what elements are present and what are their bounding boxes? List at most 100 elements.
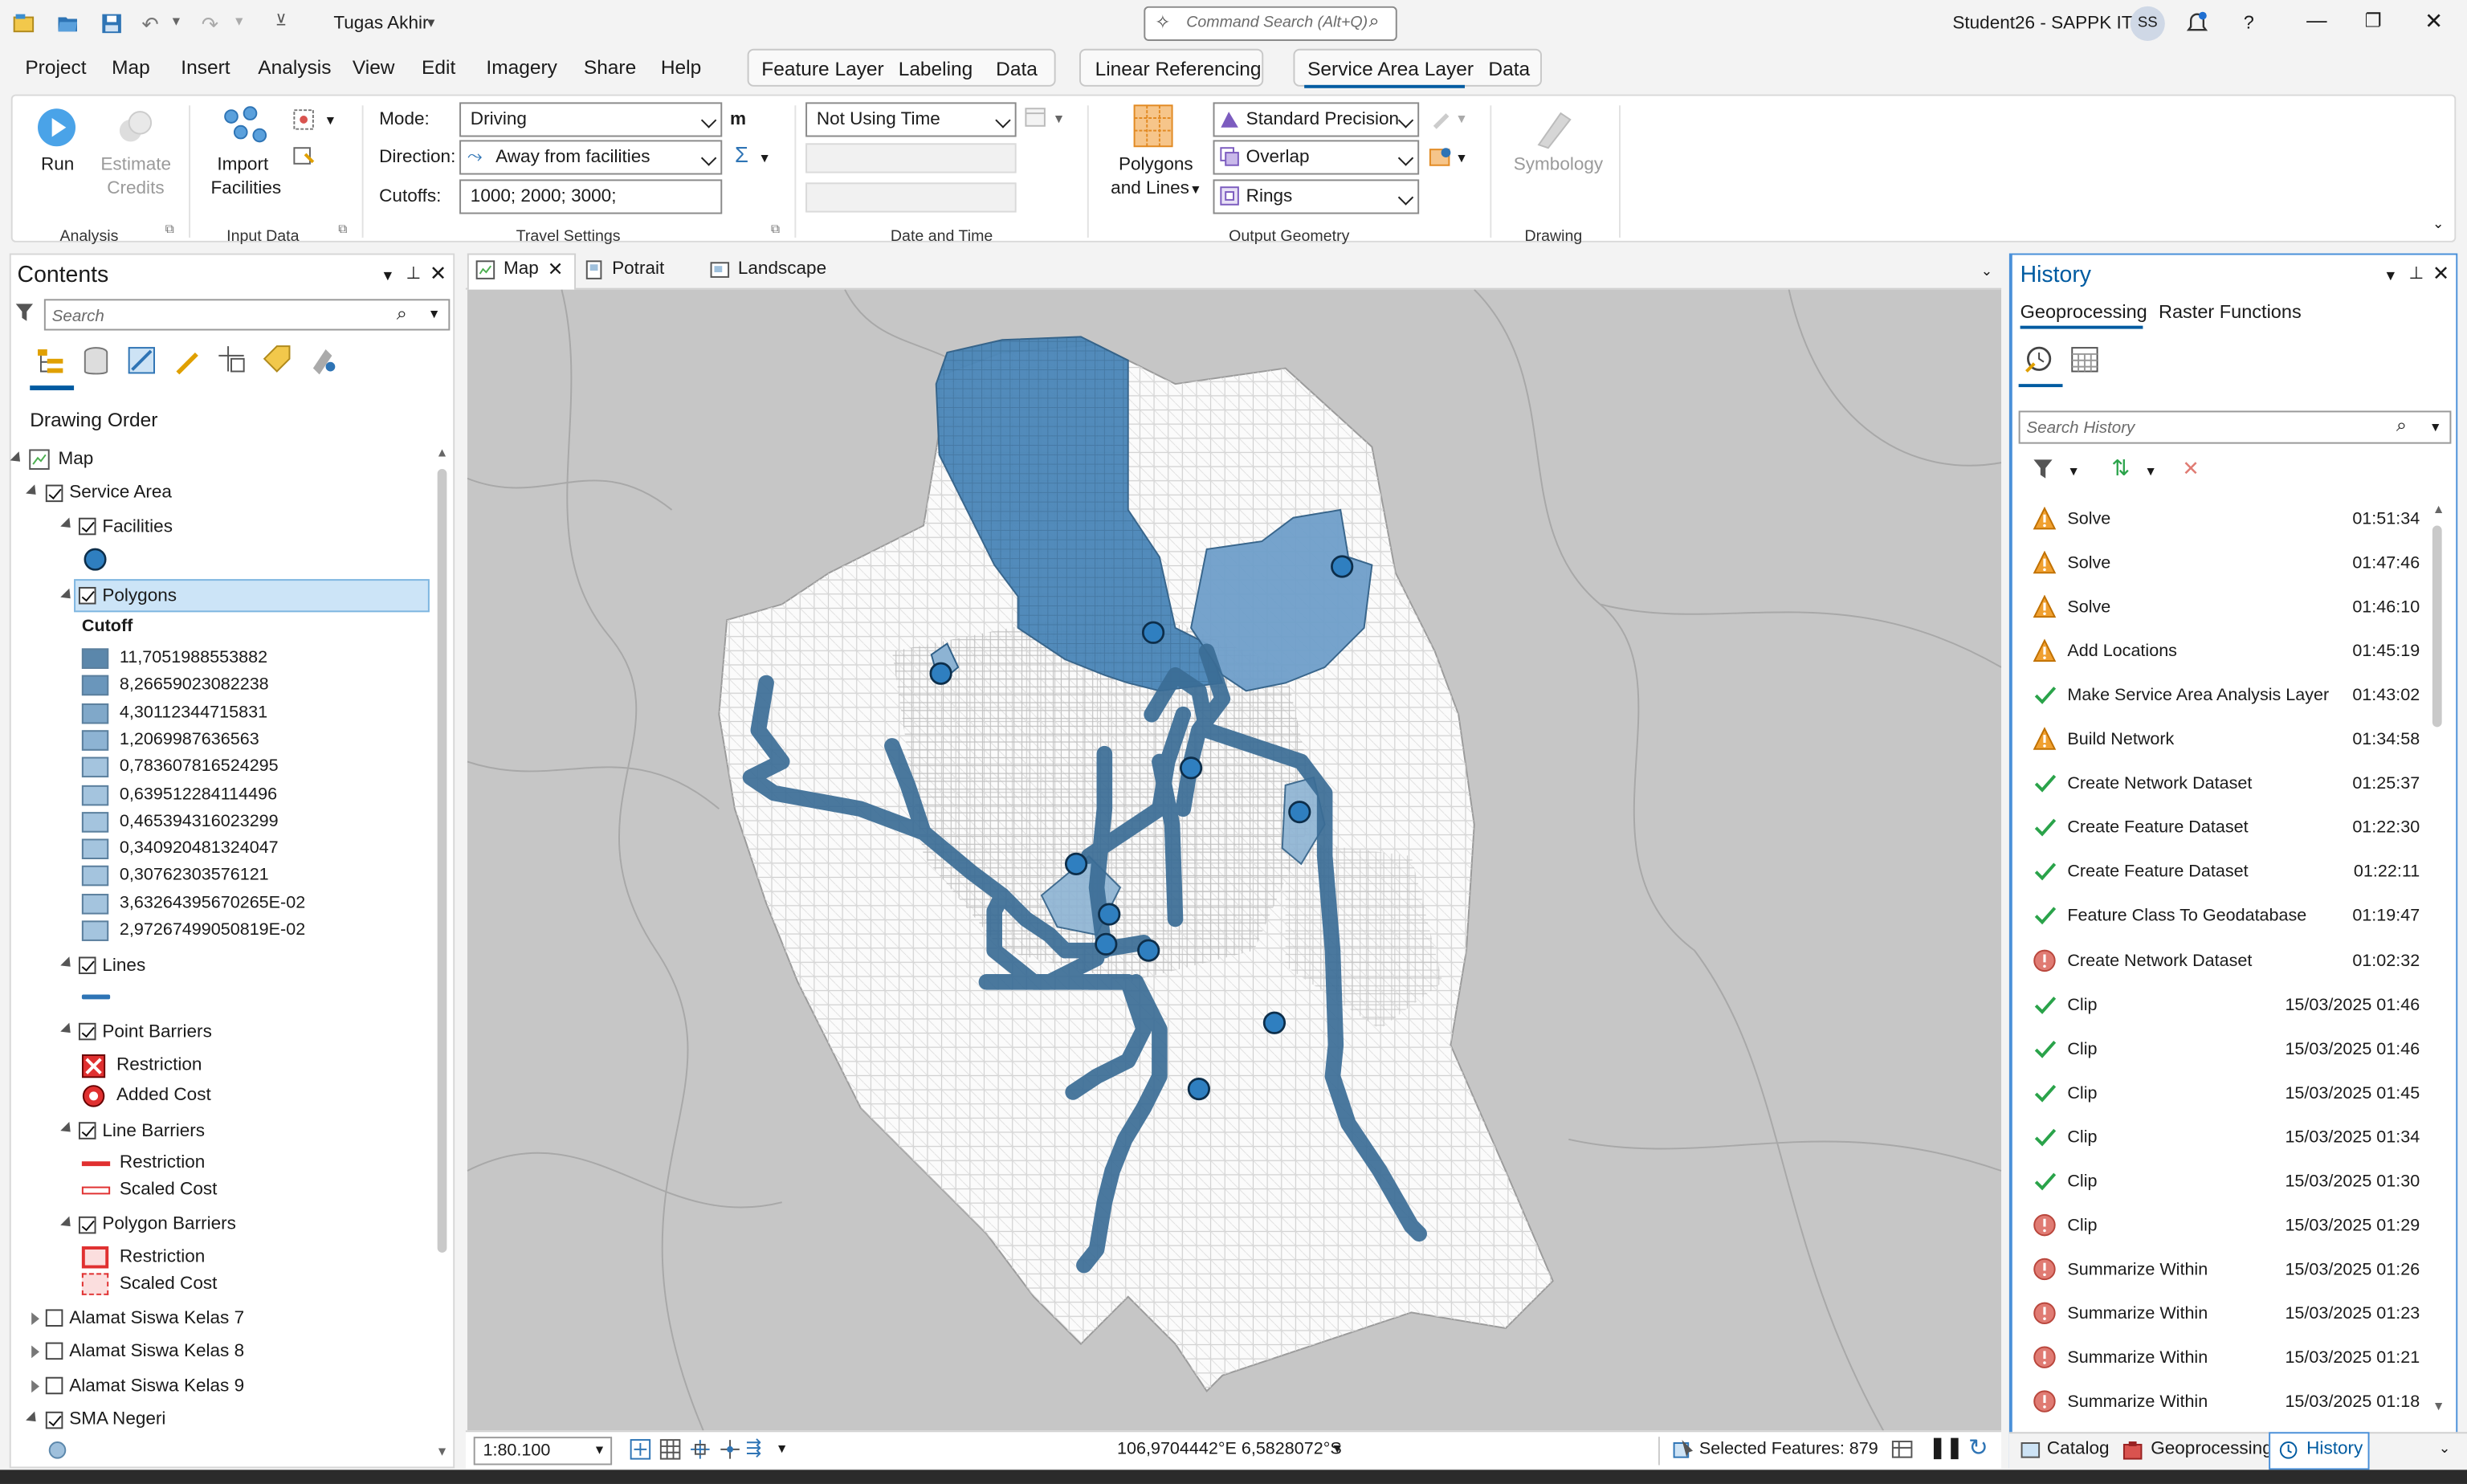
time-type-dropdown[interactable]: Not Using Time xyxy=(805,102,1017,137)
customize-toolbar-icon[interactable]: ⊻ xyxy=(275,13,287,31)
legend-swatch[interactable] xyxy=(81,866,109,887)
history-item[interactable]: Summarize Within 15/03/2025 01:21 xyxy=(2026,1338,2420,1382)
facility-point[interactable] xyxy=(1137,939,1160,962)
run-icon[interactable] xyxy=(36,107,77,148)
history-item[interactable]: Clip 15/03/2025 01:46 xyxy=(2026,985,2420,1029)
tab-service-area-layer[interactable]: Service Area Layer xyxy=(1307,59,1474,80)
overlap-dropdown[interactable]: Overlap xyxy=(1213,140,1420,175)
history-calendar-icon[interactable] xyxy=(2070,344,2098,373)
contents-scroll-down-icon[interactable]: ▼ xyxy=(436,1445,449,1459)
command-search-input[interactable]: Command Search (Alt+Q) xyxy=(1144,6,1397,41)
history-item[interactable]: Summarize Within 15/03/2025 01:18 xyxy=(2026,1382,2420,1426)
history-search-icon[interactable]: ⌕ xyxy=(2396,414,2407,437)
calendar-dropdown-icon[interactable]: ▼ xyxy=(1053,112,1066,126)
contents-search-dropdown-icon[interactable]: ▼ xyxy=(428,307,441,321)
tree-service-area[interactable]: Service Area xyxy=(69,483,172,503)
facility-point[interactable] xyxy=(1187,1077,1211,1101)
history-item[interactable]: Create Feature Dataset 01:22:11 xyxy=(2026,852,2420,896)
history-item[interactable]: Add Locations 01:45:19 xyxy=(2026,631,2420,675)
collapse-ribbon-icon[interactable]: ⌄ xyxy=(2432,215,2445,233)
minimize-icon[interactable]: — xyxy=(2306,8,2326,31)
date-input[interactable] xyxy=(805,143,1017,173)
tree-point-barriers[interactable]: Point Barriers xyxy=(102,1023,212,1042)
restore-icon[interactable]: ❐ xyxy=(2365,10,2382,31)
legend-swatch[interactable] xyxy=(81,838,109,860)
help-icon[interactable]: ? xyxy=(2244,11,2254,33)
search-icon[interactable]: ⌕ xyxy=(1368,10,1379,33)
project-name-chevron-icon[interactable]: ▼ xyxy=(425,16,438,31)
project-name[interactable]: Tugas Akhir xyxy=(333,14,428,34)
tab-labeling[interactable]: Labeling xyxy=(899,59,973,80)
tab-geoprocessing-history[interactable]: Geoprocessing xyxy=(2020,300,2147,322)
contents-close-icon[interactable]: ✕ xyxy=(430,261,447,286)
menu-analysis[interactable]: Analysis xyxy=(258,57,331,79)
menu-view[interactable]: View xyxy=(353,57,395,79)
contents-pin-icon[interactable]: ⊥ xyxy=(406,263,421,283)
sma-checkbox[interactable] xyxy=(45,1411,63,1429)
undo-icon[interactable]: ↶ xyxy=(141,13,158,38)
legend-swatch[interactable] xyxy=(81,756,109,778)
history-item[interactable]: Clip 15/03/2025 01:29 xyxy=(2026,1205,2420,1250)
lines-checkbox[interactable] xyxy=(78,956,96,975)
legend-swatch[interactable] xyxy=(81,920,109,941)
menu-insert[interactable]: Insert xyxy=(181,57,230,79)
tree-sma-negeri[interactable]: SMA Negeri xyxy=(69,1410,165,1429)
notification-bell-icon[interactable] xyxy=(2185,11,2208,36)
tree-facilities[interactable]: Facilities xyxy=(102,518,173,537)
kelas7-expander-icon[interactable] xyxy=(31,1312,39,1326)
calendar-icon[interactable] xyxy=(1024,107,1046,127)
history-item[interactable]: Clip 15/03/2025 01:46 xyxy=(2026,1029,2420,1073)
history-item[interactable]: Solve 01:51:34 xyxy=(2026,499,2420,543)
history-item[interactable]: Create Feature Dataset 01:22:30 xyxy=(2026,808,2420,852)
history-search-input[interactable]: Search History ⌕ ▼ xyxy=(2018,410,2452,444)
time-input[interactable] xyxy=(805,182,1017,213)
facility-point[interactable] xyxy=(1095,932,1118,956)
input-data-launcher-icon[interactable]: ⧉ xyxy=(338,222,347,238)
history-options-icon[interactable]: ▼ xyxy=(2383,267,2397,283)
kelas8-expander-icon[interactable] xyxy=(31,1345,39,1359)
history-item[interactable]: Make Service Area Analysis Layer 01:43:02 xyxy=(2026,675,2420,720)
map-tabs-dropdown-icon[interactable]: ⌄ xyxy=(1981,263,1993,280)
list-by-editing-icon[interactable] xyxy=(173,346,202,375)
tree-alamat-kelas-7[interactable]: Alamat Siswa Kelas 7 xyxy=(69,1309,244,1328)
save-project-icon[interactable] xyxy=(100,13,122,35)
attribute-transfer-icon[interactable] xyxy=(292,145,315,166)
tab-feature-layer[interactable]: Feature Layer xyxy=(761,59,883,80)
tree-map[interactable]: Map xyxy=(58,450,93,469)
kelas7-checkbox[interactable] xyxy=(45,1309,63,1327)
rings-dropdown[interactable]: Rings xyxy=(1213,179,1420,214)
menu-imagery[interactable]: Imagery xyxy=(486,57,557,79)
history-item[interactable]: Clip 15/03/2025 01:34 xyxy=(2026,1117,2420,1161)
history-scroll-down-icon[interactable]: ▼ xyxy=(2432,1399,2445,1413)
list-by-drawing-order-icon[interactable] xyxy=(35,346,66,377)
contents-search-icon[interactable]: ⌕ xyxy=(397,302,407,325)
add-locations-icon[interactable] xyxy=(292,108,314,130)
history-scroll-up-icon[interactable]: ▲ xyxy=(2432,502,2445,516)
grid-icon[interactable] xyxy=(659,1438,681,1460)
tree-line-barriers[interactable]: Line Barriers xyxy=(102,1122,205,1141)
history-clear-icon[interactable]: ✕ xyxy=(2182,456,2199,481)
run-label[interactable]: Run xyxy=(41,156,74,175)
list-by-source-icon[interactable] xyxy=(82,346,110,377)
mode-dropdown[interactable]: Driving xyxy=(459,102,723,137)
menu-map[interactable]: Map xyxy=(112,57,150,79)
legend-swatch[interactable] xyxy=(81,648,109,669)
tree-polygons[interactable]: Polygons xyxy=(102,587,177,606)
snapping-icon[interactable] xyxy=(689,1438,711,1460)
redo-icon[interactable]: ↷ xyxy=(202,13,218,38)
tree-lines[interactable]: Lines xyxy=(102,956,145,976)
travel-settings-launcher-icon[interactable]: ⧉ xyxy=(771,222,780,238)
polygon-barriers-checkbox[interactable] xyxy=(78,1216,96,1234)
history-filter-icon[interactable] xyxy=(2033,459,2053,479)
legend-swatch[interactable] xyxy=(81,784,109,805)
constraints-icon[interactable] xyxy=(719,1438,740,1460)
add-locations-dropdown-icon[interactable]: ▼ xyxy=(324,113,337,128)
legend-swatch[interactable] xyxy=(81,893,109,914)
history-item[interactable]: Solve 01:46:10 xyxy=(2026,587,2420,631)
contents-scrollbar-thumb[interactable] xyxy=(437,468,447,1253)
close-icon[interactable]: ✕ xyxy=(2424,8,2443,35)
scale-dropdown[interactable]: 1:80.100 ▼ xyxy=(473,1437,613,1466)
history-scrollbar-thumb[interactable] xyxy=(2432,525,2442,728)
table-icon[interactable] xyxy=(1891,1438,1913,1460)
tab-raster-functions[interactable]: Raster Functions xyxy=(2159,300,2302,322)
